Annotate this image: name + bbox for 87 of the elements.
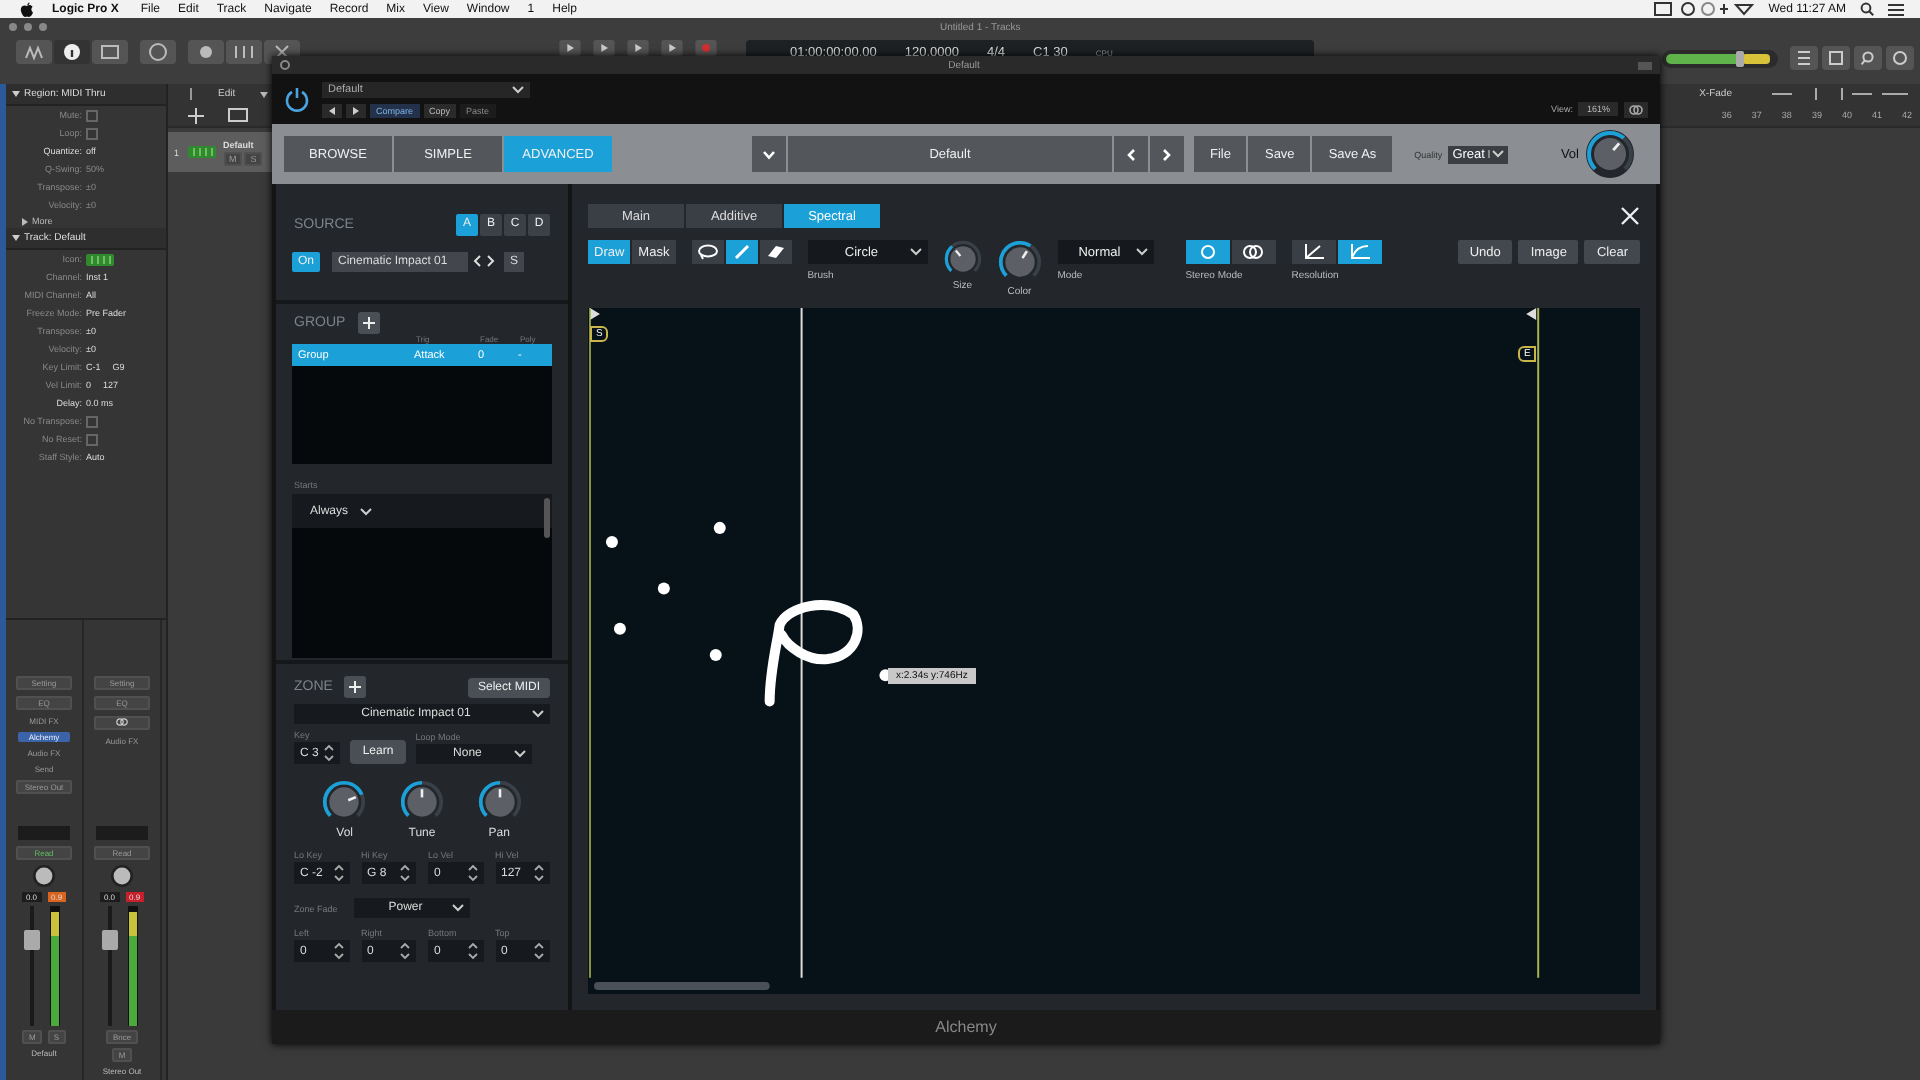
transport-button-icon[interactable] <box>622 40 654 56</box>
stereo-icon <box>116 718 128 726</box>
start-line[interactable] <box>589 308 591 979</box>
caret-icon <box>532 710 544 718</box>
caret-icon <box>1492 150 1505 158</box>
disclosure-icon <box>12 90 20 98</box>
stereo-mode-button[interactable] <box>1185 240 1230 264</box>
disclosure-icon <box>12 234 20 242</box>
caret-icon <box>451 904 464 912</box>
keyboard-icon[interactable] <box>86 253 114 265</box>
stepper-icon[interactable] <box>333 942 343 960</box>
previous-icon[interactable] <box>322 103 342 117</box>
list-icon[interactable] <box>1888 3 1904 15</box>
checkbox[interactable] <box>86 415 98 427</box>
stepper-icon[interactable] <box>467 864 477 882</box>
stepper-icon[interactable] <box>534 942 544 960</box>
power-icon[interactable] <box>284 86 310 112</box>
grip-icon <box>188 88 194 100</box>
caret-icon <box>1135 248 1148 256</box>
caret-icon[interactable] <box>259 91 268 97</box>
graph-curve-icon <box>1349 244 1370 260</box>
add-track-icon[interactable] <box>188 107 204 123</box>
stepper-icon[interactable] <box>324 744 335 762</box>
search-icon[interactable] <box>1860 2 1874 16</box>
transport-button-icon[interactable] <box>656 40 688 56</box>
scrollbar[interactable] <box>544 498 550 538</box>
checkbox[interactable] <box>86 433 98 445</box>
pen-icon <box>733 244 750 260</box>
playhead-line[interactable] <box>800 308 803 978</box>
stepper-icon[interactable] <box>467 942 477 960</box>
list-editors-icon[interactable] <box>1790 46 1818 70</box>
stepper-icon[interactable] <box>400 942 410 960</box>
plugin-name: Alchemy <box>935 1018 997 1036</box>
search-icon[interactable] <box>1854 46 1882 70</box>
add-icon[interactable] <box>344 676 367 698</box>
apple-logo-icon[interactable] <box>20 1 34 17</box>
fader-handle[interactable] <box>23 929 39 950</box>
caret-icon <box>360 507 373 515</box>
caret-icon <box>762 149 776 159</box>
start-marker-icon[interactable] <box>590 308 600 321</box>
eraser-icon <box>765 244 786 260</box>
checkbox[interactable] <box>86 109 98 121</box>
chevron-right-icon[interactable] <box>486 254 497 268</box>
pan-knob[interactable] <box>110 864 134 888</box>
info-icon[interactable] <box>54 40 90 64</box>
caret-icon <box>512 85 524 93</box>
fader-handle[interactable] <box>101 929 117 950</box>
knob[interactable] <box>943 240 982 278</box>
transport-button-icon[interactable] <box>554 40 586 56</box>
transport-button-icon[interactable] <box>588 40 620 56</box>
link-icon[interactable] <box>1624 101 1648 117</box>
caret-icon <box>909 248 922 256</box>
end-marker-icon[interactable] <box>1526 308 1537 321</box>
stepper-icon[interactable] <box>400 864 410 882</box>
overlapping-circles-icon <box>1242 244 1265 260</box>
scrollbar[interactable] <box>594 981 770 990</box>
tool-button[interactable] <box>691 240 724 264</box>
checkbox[interactable] <box>86 127 98 139</box>
previous-preset-button[interactable] <box>1114 136 1148 172</box>
meter-drawing <box>49 906 59 1026</box>
stepper-icon[interactable] <box>534 864 544 882</box>
folder-icon[interactable] <box>228 108 248 122</box>
next-icon[interactable] <box>346 103 366 117</box>
meter-drawing <box>127 906 137 1026</box>
preset-menu-button[interactable] <box>752 136 786 172</box>
end-line[interactable] <box>1537 308 1540 978</box>
next-preset-button[interactable] <box>1150 136 1184 172</box>
resolution-button[interactable] <box>1291 240 1336 264</box>
lasso-icon <box>696 244 719 260</box>
stepper-icon[interactable] <box>333 864 343 882</box>
add-icon[interactable] <box>357 312 380 334</box>
tool-button[interactable] <box>725 240 758 264</box>
graph-icon <box>1303 244 1324 260</box>
mixer-icon[interactable] <box>226 40 262 64</box>
caret-icon <box>513 750 526 758</box>
disclosure-icon[interactable] <box>22 217 28 225</box>
input-slot[interactable] <box>94 716 150 730</box>
circle-icon <box>1199 244 1216 260</box>
chevron-left-icon[interactable] <box>472 254 483 268</box>
pan-knob[interactable] <box>32 864 56 888</box>
keyboard-icon <box>187 146 216 158</box>
chevron-left-icon <box>1126 147 1136 161</box>
tool-button[interactable] <box>759 240 792 264</box>
stereo-mode-button[interactable] <box>1231 240 1276 264</box>
chevron-right-icon <box>1162 147 1172 161</box>
resolution-button[interactable] <box>1337 240 1382 264</box>
status-icons[interactable] <box>1654 2 1755 16</box>
